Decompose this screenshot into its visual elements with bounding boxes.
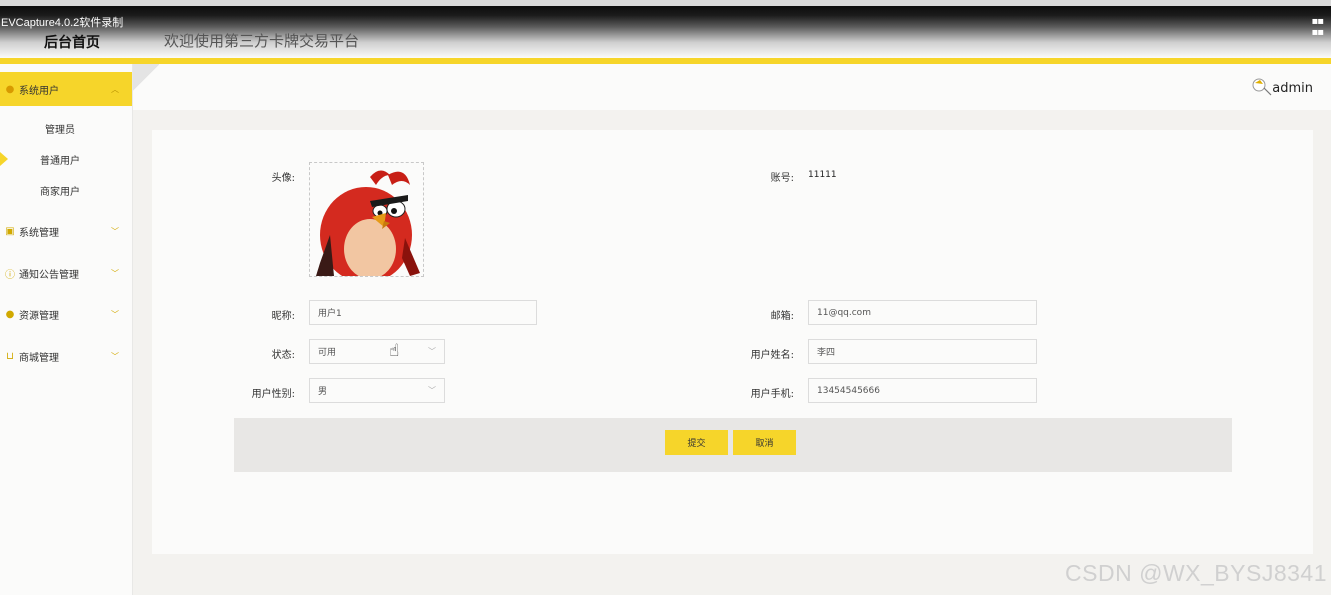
chevron-down-icon: ﹀ xyxy=(428,386,436,395)
menu-label: 系统用户 xyxy=(19,85,59,97)
menu-resource-management[interactable]: ● 资源管理 ﹀ xyxy=(0,297,132,331)
menu-notice-management[interactable]: ⓘ 通知公告管理 ﹀ xyxy=(0,256,132,290)
collapse-toggle[interactable] xyxy=(133,64,159,92)
submit-button[interactable]: 提交 xyxy=(665,430,728,455)
name-value: 李四 xyxy=(817,348,836,358)
person-icon: ● xyxy=(5,83,15,95)
account-label: 账号: xyxy=(770,173,794,184)
status-value: 可用 xyxy=(318,348,337,358)
nickname-label: 昵称: xyxy=(271,311,295,322)
status-label: 状态: xyxy=(271,350,295,361)
phone-input[interactable]: 13454545666 xyxy=(808,378,1037,403)
cart-icon: ⊔ xyxy=(6,350,14,362)
phone-value: 13454545666 xyxy=(817,385,880,396)
form-action-bar: 提交 取消 xyxy=(234,418,1232,472)
chevron-up-icon: ︿ xyxy=(111,84,119,94)
menu-mall-management[interactable]: ⊔ 商城管理 ﹀ xyxy=(0,339,132,373)
top-header: EVCapture4.0.2软件录制 后台首页 欢迎使用第三方卡牌交易平台 ▪▪… xyxy=(0,6,1331,58)
menu-label: 商城管理 xyxy=(19,352,59,364)
sub-item-regular-user[interactable]: 普通用户 xyxy=(0,152,120,167)
gender-select[interactable]: 男 ﹀ xyxy=(309,378,445,403)
nickname-value: 用户1 xyxy=(318,309,342,319)
chevron-down-icon: ﹀ xyxy=(111,226,119,236)
user-name[interactable]: admin xyxy=(1272,81,1313,96)
welcome-text: 欢迎使用第三方卡牌交易平台 xyxy=(164,32,360,50)
sub-item-merchant-user[interactable]: 商家用户 xyxy=(0,183,120,198)
nickname-input[interactable]: 用户1 xyxy=(309,300,537,325)
sub-item-admin[interactable]: 管理员 xyxy=(0,121,120,136)
sidebar: ● 系统用户 ︿ 管理员 普通用户 商家用户 ▣ 系统管理 ﹀ ⓘ 通知公告管理… xyxy=(0,64,133,595)
name-input[interactable]: 李四 xyxy=(808,339,1037,364)
email-value: 11@qq.com xyxy=(817,307,871,318)
picture-icon: ▣ xyxy=(5,225,15,237)
gender-value: 男 xyxy=(318,387,328,397)
email-input[interactable]: 11@qq.com xyxy=(808,300,1037,325)
chevron-down-icon: ﹀ xyxy=(111,351,119,361)
menu-label: 系统管理 xyxy=(19,227,59,239)
menu-system-users[interactable]: ● 系统用户 ︿ xyxy=(0,72,132,106)
recorder-label: EVCapture4.0.2软件录制 xyxy=(1,17,124,29)
menu-label: 通知公告管理 xyxy=(19,269,79,281)
user-avatar-icon[interactable] xyxy=(1251,76,1273,98)
chevron-down-icon: ﹀ xyxy=(111,268,119,278)
chevron-down-icon: ﹀ xyxy=(428,347,436,356)
gender-label: 用户性别: xyxy=(251,389,295,400)
name-label: 用户姓名: xyxy=(750,350,794,361)
window-grid-icon[interactable]: ▪▪ ▪▪ xyxy=(1311,16,1324,38)
content-toolbar: admin xyxy=(133,64,1331,110)
page: EVCapture4.0.2软件录制 后台首页 欢迎使用第三方卡牌交易平台 ▪▪… xyxy=(0,0,1331,595)
status-select[interactable]: 可用 ﹀ xyxy=(309,339,445,364)
avatar-label: 头像: xyxy=(271,173,295,184)
brand-title[interactable]: 后台首页 xyxy=(44,32,100,52)
menu-label: 资源管理 xyxy=(19,310,59,322)
location-icon: ● xyxy=(5,308,15,320)
hand-cursor-icon: ☝ xyxy=(389,341,400,361)
menu-system-management[interactable]: ▣ 系统管理 ﹀ xyxy=(0,214,132,248)
info-icon: ⓘ xyxy=(5,269,15,281)
email-label: 邮箱: xyxy=(770,311,794,322)
avatar-image xyxy=(316,170,420,276)
account-value: 11111 xyxy=(808,170,837,180)
phone-label: 用户手机: xyxy=(750,389,794,400)
cancel-button[interactable]: 取消 xyxy=(733,430,796,455)
chevron-down-icon: ﹀ xyxy=(111,309,119,319)
watermark: CSDN @WX_BYSJ8341 xyxy=(1065,560,1327,586)
avatar-upload[interactable] xyxy=(309,162,424,277)
